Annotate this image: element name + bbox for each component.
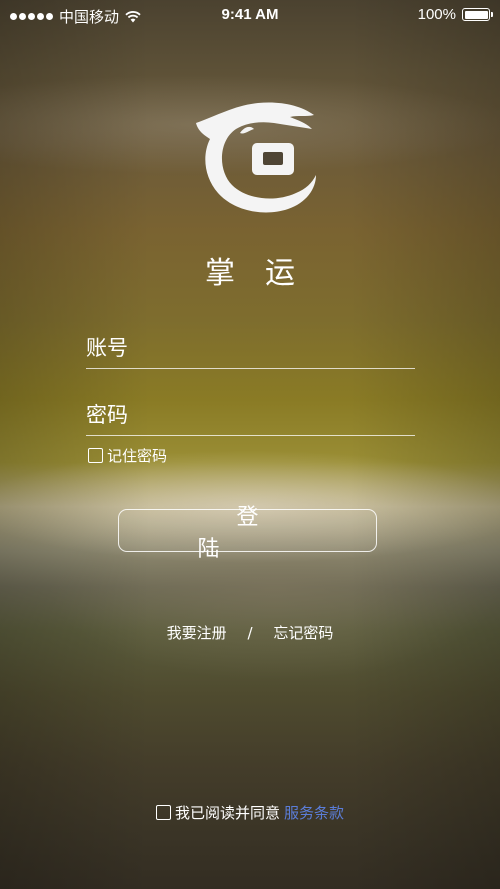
battery-percent: 100% <box>417 6 456 23</box>
register-link[interactable]: 我要注册 <box>167 624 227 642</box>
status-right: 100% <box>417 6 493 23</box>
terms-link[interactable]: 服务条款 <box>284 802 344 823</box>
auth-links: 我要注册 / 忘记密码 <box>0 622 500 643</box>
status-bar: 中国移动 9:41 AM 100% <box>0 0 500 30</box>
forgot-password-link[interactable]: 忘记密码 <box>273 624 333 642</box>
agreement-text: 我已阅读并同意 <box>174 804 280 822</box>
remember-checkbox[interactable] <box>88 448 103 463</box>
battery-icon <box>462 8 493 21</box>
remember-password[interactable]: 记住密码 <box>88 445 167 466</box>
account-field[interactable] <box>86 328 415 369</box>
agreement-checkbox[interactable] <box>155 805 171 820</box>
login-button[interactable]: 登陆 <box>118 505 377 562</box>
password-field[interactable] <box>86 395 415 436</box>
app-logo <box>196 102 316 213</box>
app-title: 掌运 <box>205 256 325 291</box>
remember-label: 记住密码 <box>107 447 168 465</box>
account-input[interactable] <box>86 328 415 368</box>
links-separator: / <box>247 624 253 642</box>
terms-agreement: 我已阅读并同意 服务条款 <box>0 802 500 823</box>
password-input[interactable] <box>86 395 415 435</box>
